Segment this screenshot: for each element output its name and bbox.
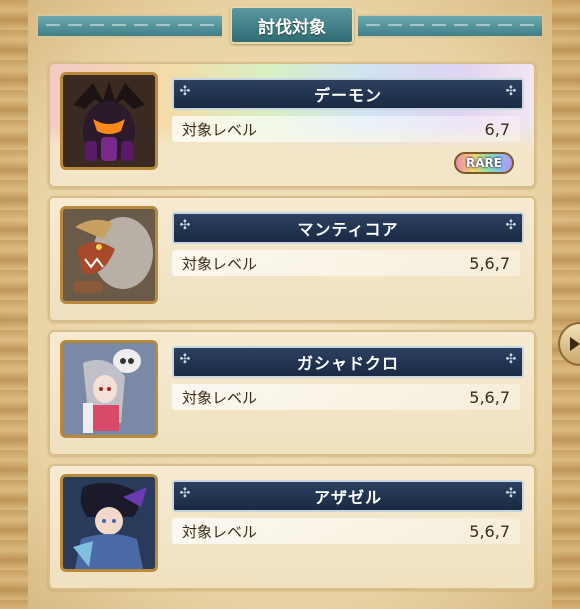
- header-ornament-left: [38, 14, 222, 38]
- target-card-azazel[interactable]: ✣ アザゼル ✣ 対象レベル 5,6,7: [48, 464, 536, 590]
- ornament-icon: ✣: [179, 218, 191, 233]
- target-name-plate: ✣ アザゼル ✣: [172, 480, 524, 512]
- azazel-portrait-icon: [60, 474, 158, 572]
- rare-badge-label: RARE: [466, 156, 502, 170]
- panel-header: 討伐対象: [38, 0, 542, 44]
- target-level-label: 対象レベル: [182, 254, 258, 273]
- manticore-portrait-icon: [60, 206, 158, 304]
- target-level-label: 対象レベル: [182, 120, 258, 139]
- ornament-icon: ✣: [179, 84, 191, 99]
- right-border-ornament: [552, 0, 580, 609]
- target-level-row: 対象レベル 6,7: [172, 116, 520, 142]
- rare-badge: RARE: [454, 152, 514, 174]
- ornament-icon: ✣: [505, 84, 517, 99]
- ornament-icon: ✣: [179, 486, 191, 501]
- target-level-value: 5,6,7: [469, 521, 510, 541]
- target-name: デーモン: [313, 86, 382, 105]
- target-level-value: 5,6,7: [469, 387, 510, 407]
- ornament-icon: ✣: [179, 352, 191, 367]
- target-card-manticore[interactable]: ✣ マンティコア ✣ 対象レベル 5,6,7: [48, 196, 536, 322]
- demon-portrait-icon: [60, 72, 158, 170]
- target-name-plate: ✣ ガシャドクロ ✣: [172, 346, 524, 378]
- target-level-label: 対象レベル: [182, 388, 258, 407]
- target-name: マンティコア: [297, 220, 399, 239]
- target-card-demon[interactable]: ✣ デーモン ✣ 対象レベル 6,7 RARE: [48, 62, 536, 188]
- target-level-label: 対象レベル: [182, 522, 258, 541]
- ornament-icon: ✣: [505, 352, 517, 367]
- gashadokuro-portrait-icon: [60, 340, 158, 438]
- target-name-plate: ✣ マンティコア ✣: [172, 212, 524, 244]
- target-level-value: 6,7: [484, 119, 510, 139]
- target-card-gashadokuro[interactable]: ✣ ガシャドクロ ✣ 対象レベル 5,6,7: [48, 330, 536, 456]
- target-level-row: 対象レベル 5,6,7: [172, 384, 520, 410]
- left-border-ornament: [0, 0, 28, 609]
- page-title: 討伐対象: [258, 17, 326, 38]
- chevron-right-icon: [570, 337, 580, 351]
- target-level-value: 5,6,7: [469, 253, 510, 273]
- target-name: ガシャドクロ: [296, 354, 399, 373]
- ornament-icon: ✣: [505, 486, 517, 501]
- target-level-row: 対象レベル 5,6,7: [172, 518, 520, 544]
- ornament-icon: ✣: [505, 218, 517, 233]
- target-name: アザゼル: [313, 488, 382, 507]
- header-ornament-right: [358, 14, 542, 38]
- target-level-row: 対象レベル 5,6,7: [172, 250, 520, 276]
- target-name-plate: ✣ デーモン ✣: [172, 78, 524, 110]
- header-title-box: 討伐対象: [230, 6, 354, 44]
